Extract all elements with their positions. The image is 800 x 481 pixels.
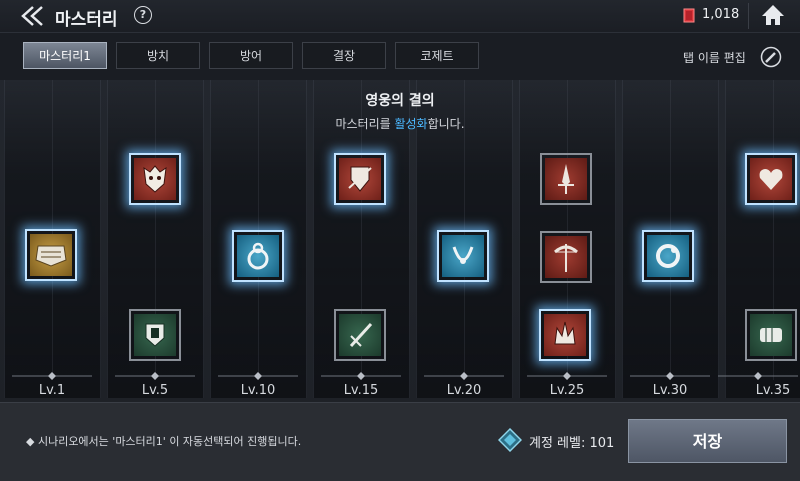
ring-icon — [656, 244, 680, 268]
skill-slot-gauntlet[interactable] — [25, 229, 77, 281]
level-label-5: Lv.5 — [141, 383, 169, 398]
level-label-15: Lv.15 — [343, 383, 379, 398]
auto-select-note: ◆ 시나리오에서는 '마스터리1' 이 자동선택되어 진행됩니다. — [26, 435, 302, 448]
dagger-icon — [558, 164, 574, 194]
amulet-icon — [452, 246, 474, 264]
tab-gyeoljang[interactable]: 결장 — [302, 42, 386, 69]
tab-defense[interactable]: 방어 — [209, 42, 293, 69]
tab-mastery1[interactable]: 마스터리1 — [23, 42, 107, 69]
level-ornament-icon — [12, 372, 92, 380]
currency-amount: 1,018 — [702, 7, 740, 22]
skill-slot-shield[interactable] — [334, 153, 386, 205]
back-arrow-icon[interactable] — [20, 5, 46, 27]
level-ornament-icon — [115, 372, 195, 380]
fist-icon — [760, 328, 782, 342]
crest-icon — [145, 323, 165, 347]
heart-icon — [759, 169, 783, 190]
skill-slot-demon-mask[interactable] — [129, 153, 181, 205]
skill-slot-ring[interactable] — [642, 230, 694, 282]
level-label-35: Lv.35 — [755, 383, 791, 398]
level-ornament-icon — [321, 372, 401, 380]
header-divider — [748, 3, 749, 29]
home-icon[interactable] — [760, 3, 786, 27]
skill-slot-spiral-orb[interactable] — [232, 230, 284, 282]
page-title: 마스터리 — [55, 10, 118, 30]
tab-bangchi[interactable]: 방치 — [116, 42, 200, 69]
skill-slot-heart[interactable] — [745, 153, 797, 205]
skill-slot-crest[interactable] — [129, 309, 181, 361]
level-label-1: Lv.1 — [38, 383, 66, 398]
level-label-25: Lv.25 — [549, 383, 585, 398]
tab-cozette[interactable]: 코제트 — [395, 42, 479, 69]
sword-icon — [349, 322, 373, 348]
skill-slot-sword[interactable] — [334, 309, 386, 361]
level-label-20: Lv.20 — [446, 383, 482, 398]
skill-slot-bow[interactable] — [540, 231, 592, 283]
shield-icon — [348, 166, 372, 192]
gauntlet-icon — [35, 245, 67, 267]
level-ornament-icon — [630, 372, 710, 380]
level-label-30: Lv.30 — [652, 383, 688, 398]
flame-crown-icon — [554, 321, 576, 345]
mastery-subtitle: 마스터리를 활성화합니다. — [0, 115, 800, 132]
red-gem-icon — [683, 8, 695, 23]
help-icon[interactable]: ? — [134, 6, 152, 24]
skill-slot-amulet[interactable] — [437, 230, 489, 282]
top-bar — [0, 0, 800, 33]
skill-slot-fist[interactable] — [745, 309, 797, 361]
pencil-edit-icon[interactable] — [760, 46, 782, 68]
save-button[interactable]: 저장 — [628, 419, 787, 463]
subtitle-pre: 마스터리를 — [335, 117, 395, 131]
bow-icon — [553, 244, 579, 272]
level-ornament-icon — [424, 372, 504, 380]
level-ornament-icon — [218, 372, 298, 380]
subtitle-post: 합니다. — [427, 117, 465, 131]
account-level: 계정 레벨: 101 — [529, 436, 615, 451]
subtitle-highlight: 활성화 — [394, 117, 428, 131]
skill-slot-flame-crown[interactable] — [539, 309, 591, 361]
mastery-heading: 영웅의 결의 — [365, 93, 435, 109]
rename-tab-label[interactable]: 탭 이름 편집 — [683, 49, 746, 66]
skill-slot-dagger[interactable] — [540, 153, 592, 205]
level-ornament-icon — [718, 372, 798, 380]
level-ornament-icon — [527, 372, 607, 380]
level-label-10: Lv.10 — [240, 383, 276, 398]
account-level-icon — [498, 428, 522, 452]
demon-mask-icon — [143, 165, 167, 193]
spiral-orb-icon — [247, 242, 269, 270]
